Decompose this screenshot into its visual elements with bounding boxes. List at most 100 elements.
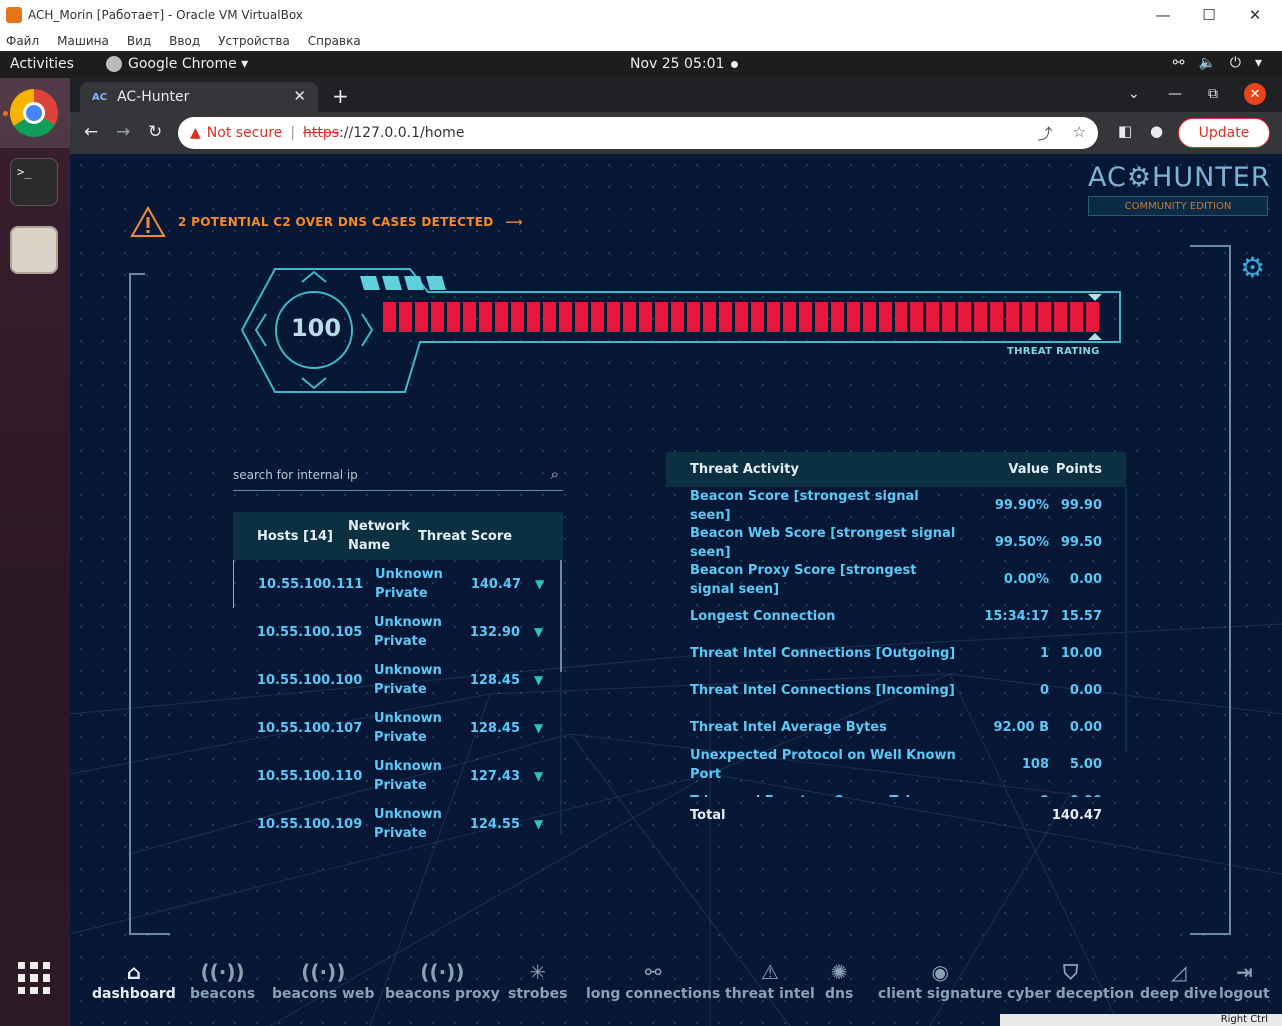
host-ip[interactable]: 10.55.100.107 (233, 721, 362, 736)
nav-client-signature[interactable]: ◉ client signature (878, 960, 1003, 1002)
chrome-icon (106, 56, 122, 72)
profile-avatar-icon[interactable]: ● (1150, 122, 1163, 140)
threat-bar-segment (1070, 302, 1084, 332)
host-ip[interactable]: 10.55.100.111 (234, 577, 363, 592)
network-icon: ⚯ (1172, 55, 1185, 71)
host-row[interactable]: 10.55.100.107 Unknown Private 128.45 ▼ (233, 704, 563, 752)
dns-alert-banner[interactable]: 2 POTENTIAL C2 OVER DNS CASES DETECTED ⟶ (130, 206, 523, 238)
threat-activity-row[interactable]: Beacon Web Score [strongest signal seen]… (666, 524, 1126, 561)
threat-activity-row[interactable]: Beacon Proxy Score [strongest signal see… (666, 561, 1126, 598)
back-button[interactable]: ← (84, 122, 98, 142)
host-ip[interactable]: 10.55.100.109 (233, 817, 362, 832)
threat-bar-segment (974, 302, 988, 332)
vbox-minimize-button[interactable]: — (1140, 0, 1186, 30)
activities-button[interactable]: Activities (10, 56, 74, 72)
side-panel-icon[interactable]: ◧ (1118, 122, 1132, 140)
threat-activity-row[interactable]: Unexpected Protocol on Well Known Port 10… (666, 746, 1126, 783)
app-menu[interactable]: Google Chrome ▾ (106, 56, 248, 72)
reload-button[interactable]: ↻ (148, 122, 162, 142)
filter-icon[interactable]: ▼ (534, 625, 543, 639)
settings-gear-icon[interactable]: ⚙ (1240, 251, 1265, 284)
host-row[interactable]: 10.55.100.105 Unknown Private 132.90 ▼ (233, 608, 563, 656)
not-secure-label[interactable]: Not secure (207, 125, 283, 141)
threat-activity-row[interactable]: Beacon Score [strongest signal seen] 99.9… (666, 487, 1126, 524)
threat-activity-row[interactable]: Threat Intel Average Bytes 92.00 B 0.00 (666, 709, 1126, 746)
nav-beacons-proxy[interactable]: ((·)) beacons proxy (385, 960, 500, 1002)
network-column-header[interactable]: Network Name (348, 517, 418, 555)
files-dock-icon[interactable] (10, 226, 58, 274)
system-tray[interactable]: ⚯ 🔈 ⏻ ▾ (1173, 55, 1262, 71)
host-ip[interactable]: 10.55.100.110 (233, 769, 362, 784)
search-input[interactable] (233, 463, 533, 487)
tab-close-icon[interactable]: ✕ (293, 87, 306, 105)
threat-activity-row[interactable]: Longest Connection 15:34:17 15.57 (666, 598, 1126, 635)
threat-activity-label[interactable]: Unexpected Protocol on Well Known Port (666, 746, 956, 784)
nav-logout[interactable]: ⇥ logout (1219, 960, 1270, 1002)
nav-deep-dive[interactable]: ◿ deep dive (1140, 960, 1217, 1002)
bookmark-star-icon[interactable]: ☆ (1073, 123, 1086, 144)
vbox-menu-devices[interactable]: Устройства (218, 34, 290, 48)
threat-activity-label[interactable]: Threat Intel Average Bytes (666, 718, 956, 737)
chrome-close-button[interactable]: ✕ (1244, 83, 1266, 105)
vbox-menu-machine[interactable]: Машина (57, 34, 109, 48)
filter-icon[interactable]: ▼ (534, 817, 543, 831)
vbox-menu-input[interactable]: Ввод (169, 34, 200, 48)
vbox-close-button[interactable]: ✕ (1232, 0, 1278, 30)
host-row[interactable]: 10.55.100.110 Unknown Private 127.43 ▼ (233, 752, 563, 800)
tab-ac-hunter[interactable]: AC AC-Hunter ✕ (80, 82, 318, 112)
search-icon[interactable]: ⌕ (551, 465, 559, 483)
host-row[interactable]: 10.55.100.100 Unknown Private 128.45 ▼ (233, 656, 563, 704)
filter-icon[interactable]: ▼ (534, 769, 543, 783)
show-apps-icon[interactable] (18, 962, 50, 994)
threat-activity-label[interactable]: Triggered Event on Canary Token (666, 792, 956, 797)
threat-activity-label[interactable]: Beacon Proxy Score [strongest signal see… (666, 561, 956, 599)
threat-activity-value: 0 (1039, 683, 1049, 698)
threat-bar-segment (702, 302, 716, 332)
threat-activity-scrollbar[interactable] (1125, 488, 1127, 752)
hosts-scrollbar[interactable] (560, 560, 562, 834)
chrome-dock-icon[interactable] (10, 89, 58, 137)
threat-activity-row[interactable]: Threat Intel Connections [Incoming] 0 0.00 (666, 672, 1126, 709)
host-row[interactable]: 10.55.100.109 Unknown Private 124.55 ▼ (233, 800, 563, 848)
tab-search-chevron-icon[interactable]: ⌄ (1128, 86, 1140, 102)
host-ip[interactable]: 10.55.100.100 (233, 673, 362, 688)
nav-long-connections[interactable]: ⚯ long connections (586, 960, 720, 1002)
vbox-menu-help[interactable]: Справка (308, 34, 361, 48)
vbox-maximize-button[interactable]: ☐ (1186, 0, 1232, 30)
forward-button[interactable]: → (116, 122, 130, 142)
vbox-menu-view[interactable]: Вид (127, 34, 151, 48)
address-bar[interactable]: ▲ Not secure | https ://127.0.0.1/home ⤴… (178, 117, 1098, 149)
threat-bar-segment (606, 302, 620, 332)
threat-activity-label[interactable]: Longest Connection (666, 607, 956, 626)
vbox-menu-file[interactable]: Файл (6, 34, 39, 48)
nav-threat-intel[interactable]: ⚠ threat intel (725, 960, 815, 1002)
threat-activity-points: 10.00 (1060, 646, 1102, 661)
score-column-header[interactable]: Threat Score (418, 529, 518, 544)
threat-activity-label[interactable]: Threat Intel Connections [Incoming] (666, 681, 956, 700)
host-row[interactable]: 10.55.100.111 Unknown Private 140.47 ▼ (233, 560, 563, 608)
filter-icon[interactable]: ▼ (535, 577, 544, 591)
threat-activity-label[interactable]: Threat Intel Connections [Outgoing] (666, 644, 956, 663)
nav-strobes[interactable]: ✳ strobes (508, 960, 567, 1002)
threat-activity-row[interactable]: Triggered Event on Canary Token00.00 (666, 783, 1126, 797)
nav-dashboard[interactable]: ⌂ dashboard (92, 960, 176, 1002)
threat-activity-label[interactable]: Beacon Web Score [strongest signal seen] (666, 524, 956, 562)
nav-beacons[interactable]: ((·)) beacons (190, 960, 255, 1002)
nav-beacons-web[interactable]: ((·)) beacons web (272, 960, 375, 1002)
host-ip[interactable]: 10.55.100.105 (233, 625, 362, 640)
clock[interactable]: Nov 25 05:01 (630, 56, 724, 72)
chrome-minimize-button[interactable]: — (1168, 86, 1182, 102)
hosts-scrollbar-thumb[interactable] (560, 560, 562, 672)
filter-icon[interactable]: ▼ (534, 673, 543, 687)
filter-icon[interactable]: ▼ (534, 721, 543, 735)
chrome-restore-button[interactable]: ⧉ (1208, 86, 1218, 102)
nav-cyber-deception[interactable]: ⛉ cyber deception (1007, 960, 1134, 1002)
share-icon[interactable]: ⤴ (1038, 123, 1053, 144)
terminal-dock-icon[interactable]: >_ (10, 158, 58, 206)
nav-dns[interactable]: ✺ dns (825, 960, 853, 1002)
new-tab-button[interactable]: + (332, 84, 349, 108)
threat-activity-label[interactable]: Beacon Score [strongest signal seen] (666, 487, 956, 525)
hosts-column-header[interactable]: Hosts [14] (233, 529, 348, 544)
threat-activity-row[interactable]: Threat Intel Connections [Outgoing] 1 10.0… (666, 635, 1126, 672)
update-button[interactable]: Update (1178, 118, 1270, 148)
